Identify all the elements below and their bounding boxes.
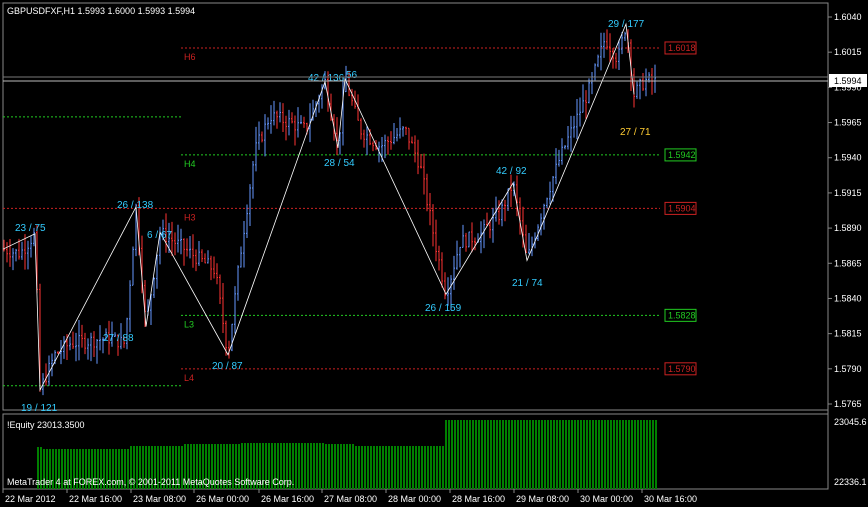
swing-label: 26 / 159: [425, 303, 462, 314]
time-tick-label: 28 Mar 16:00: [452, 494, 505, 504]
time-tick-label: 28 Mar 00:00: [388, 494, 441, 504]
swing-label: 42 / 136: [308, 73, 345, 84]
time-tick-label: 22 Mar 16:00: [69, 494, 122, 504]
swing-label: 28 / 54: [324, 158, 355, 169]
price-tick-label: 1.5940: [834, 153, 862, 163]
level-value-h6: 1.6018: [668, 43, 696, 53]
indicator-title: !Equity 23013.3500: [7, 420, 85, 430]
price-tick-label: 1.5965: [834, 118, 862, 128]
level-name-h3: H3: [184, 212, 196, 222]
swing-label: 27 / 71: [620, 127, 651, 138]
price-tick-label: 1.5765: [834, 399, 862, 409]
swing-label: 56: [346, 70, 358, 81]
price-tick-label: 1.6015: [834, 47, 862, 57]
time-tick-label: 23 Mar 08:00: [133, 494, 186, 504]
swing-label: 21 / 74: [512, 278, 543, 289]
time-tick-label: 29 Mar 08:00: [516, 494, 569, 504]
level-name-l4: L4: [184, 373, 194, 383]
level-name-l3: L3: [184, 319, 194, 329]
time-tick-label: 27 Mar 08:00: [324, 494, 377, 504]
level-name-h4: H4: [184, 159, 196, 169]
price-tick-label: 1.5840: [834, 293, 862, 303]
price-tick-label: 1.5790: [834, 364, 862, 374]
swing-labels-layer: 23 / 75 26 / 138 6 / 67 27 / 88 20 / 87 42 / …: [15, 19, 651, 414]
time-tick-label: 22 Mar 2012: [5, 494, 56, 504]
chart-window[interactable]: H6 1.6018 H4 1.5942 H3 1.5904 L3 1.5828 L4 1.5790…: [0, 0, 868, 507]
time-tick-label: 26 Mar 16:00: [261, 494, 314, 504]
time-tick-label: 30 Mar 00:00: [580, 494, 633, 504]
price-tick-label: 1.5890: [834, 223, 862, 233]
swing-label: 19 / 121: [21, 403, 58, 414]
time-tick-label: 26 Mar 00:00: [196, 494, 249, 504]
swing-label: 29 / 177: [608, 19, 645, 30]
copyright-footer: MetaTrader 4 at FOREX.com, © 2001-2011 M…: [7, 477, 294, 487]
price-tick-label: 1.5865: [834, 258, 862, 268]
swing-label: 27 / 88: [103, 333, 134, 344]
symbol-info: GBPUSDFXF,H1 1.5993 1.6000 1.5993 1.5994: [7, 6, 195, 16]
level-value-h4: 1.5942: [668, 150, 696, 160]
time-axis-layer: 22 Mar 2012 22 Mar 16:00 23 Mar 08:00 26 Ma…: [2, 489, 697, 504]
swing-label: 23 / 75: [15, 223, 46, 234]
level-name-h6: H6: [184, 52, 196, 62]
price-tick-label: 1.5815: [834, 329, 862, 339]
indicator-tick-label: 22336.1: [834, 477, 867, 487]
swing-label: 42 / 92: [496, 166, 527, 177]
current-price-text: 1.5994: [834, 76, 862, 86]
price-tick-label: 1.6040: [834, 12, 862, 22]
swing-label: 20 / 87: [212, 361, 243, 372]
level-value-h3: 1.5904: [668, 203, 696, 213]
swing-label: 6 / 67: [147, 230, 172, 241]
swing-label: 26 / 138: [117, 200, 154, 211]
price-bars-layer: [3, 29, 656, 396]
indicator-tick-label: 23045.6: [834, 417, 867, 427]
level-value-l4: 1.5790: [668, 364, 696, 374]
price-tick-label: 1.5915: [834, 188, 862, 198]
time-tick-label: 30 Mar 16:00: [644, 494, 697, 504]
level-value-l3: 1.5828: [668, 310, 696, 320]
